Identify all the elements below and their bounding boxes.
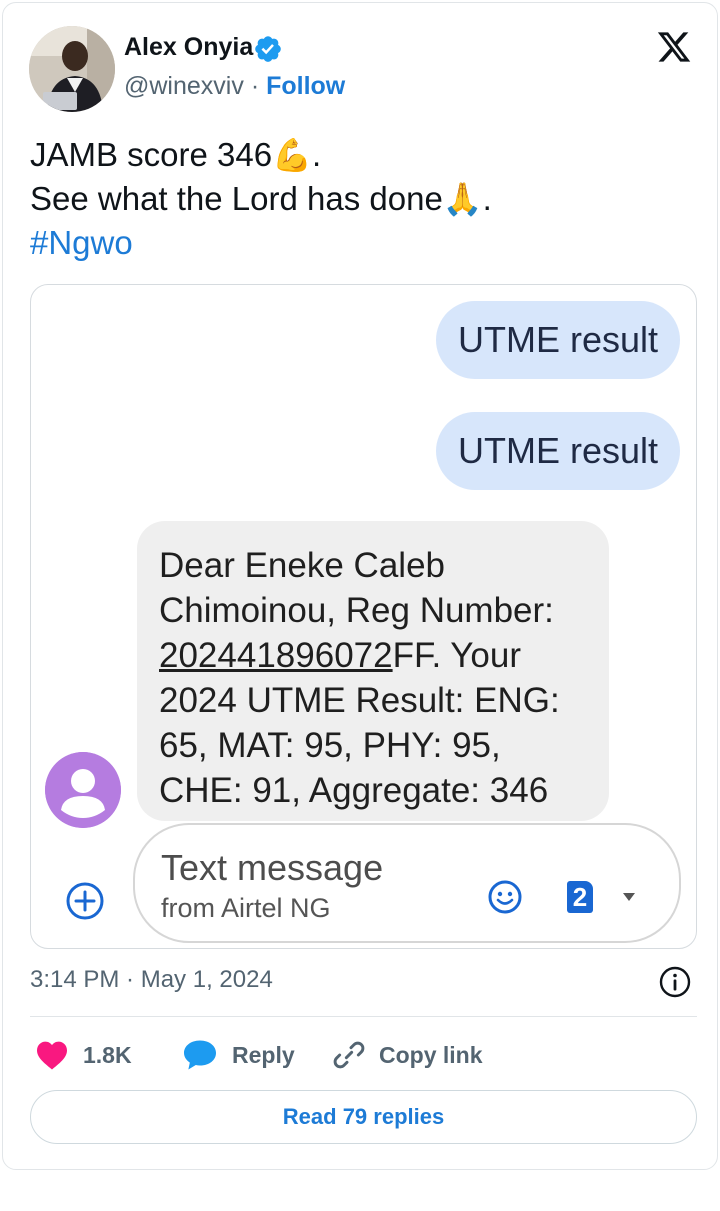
reply-bubble-icon (184, 1040, 216, 1070)
separator-dot: · (250, 72, 260, 100)
outgoing-message-bubble: UTME result (435, 412, 680, 490)
author-name[interactable]: Alex Onyia (124, 33, 253, 62)
tweet-media-image[interactable]: UTME result UTME result Dear Eneke Caleb… (30, 284, 697, 949)
divider (30, 1016, 697, 1017)
flexed-biceps-emoji: 💪 (272, 136, 312, 174)
info-icon[interactable] (658, 965, 692, 999)
add-circle-icon (66, 882, 104, 920)
tweet-line-2-text: See what the Lord has done (30, 180, 443, 217)
compose-carrier-label: from Airtel NG (161, 893, 331, 923)
author-handle[interactable]: @winexviv (124, 72, 244, 100)
compose-field: Text message from Airtel NG 2 (133, 823, 681, 943)
x-logo-icon[interactable] (655, 29, 693, 65)
tweet-line-2-end: . (482, 180, 492, 217)
reply-button[interactable]: Reply (182, 1038, 295, 1072)
contact-avatar-icon (45, 752, 121, 828)
reply-label: Reply (232, 1041, 295, 1068)
copy-link-button[interactable]: Copy link (333, 1038, 483, 1072)
compose-placeholder: Text message (161, 847, 384, 888)
like-count: 1.8K (83, 1041, 132, 1068)
link-icon (333, 1041, 365, 1069)
tweet-card: Alex Onyia @winexviv · Follow JAMB score… (2, 2, 718, 1170)
hashtag-link[interactable]: #Ngwo (30, 221, 492, 265)
message-text-part1: Dear Eneke Caleb Chimoinou, Reg Number: (159, 546, 554, 630)
verified-badge-icon (255, 36, 281, 62)
author-handle-row: @winexviv · Follow (124, 72, 345, 101)
reg-number-link: 202441896072 (159, 636, 393, 675)
tweet-line-2: See what the Lord has done🙏. (30, 177, 492, 221)
heart-icon (37, 1041, 67, 1070)
author-avatar[interactable] (29, 26, 115, 112)
tweet-text: JAMB score 346💪. See what the Lord has d… (30, 133, 492, 265)
follow-button[interactable]: Follow (266, 72, 345, 100)
chevron-down-icon (623, 893, 635, 901)
like-button[interactable]: 1.8K (35, 1038, 132, 1072)
sim-card-icon: 2 (567, 881, 593, 913)
tweet-line-1-text: JAMB score 346 (30, 136, 273, 173)
emoji-smile-icon (488, 880, 522, 914)
tweet-timestamp[interactable]: 3:14 PM · May 1, 2024 (30, 966, 273, 994)
read-replies-button[interactable]: Read 79 replies (30, 1090, 697, 1144)
copy-link-label: Copy link (379, 1041, 483, 1068)
praying-hands-emoji: 🙏 (442, 180, 483, 218)
tweet-line-1: JAMB score 346💪. (30, 133, 492, 177)
incoming-message-bubble: Dear Eneke Caleb Chimoinou, Reg Number: … (137, 521, 609, 821)
tweet-line-1-end: . (311, 136, 322, 173)
outgoing-message-bubble: UTME result (435, 301, 680, 379)
